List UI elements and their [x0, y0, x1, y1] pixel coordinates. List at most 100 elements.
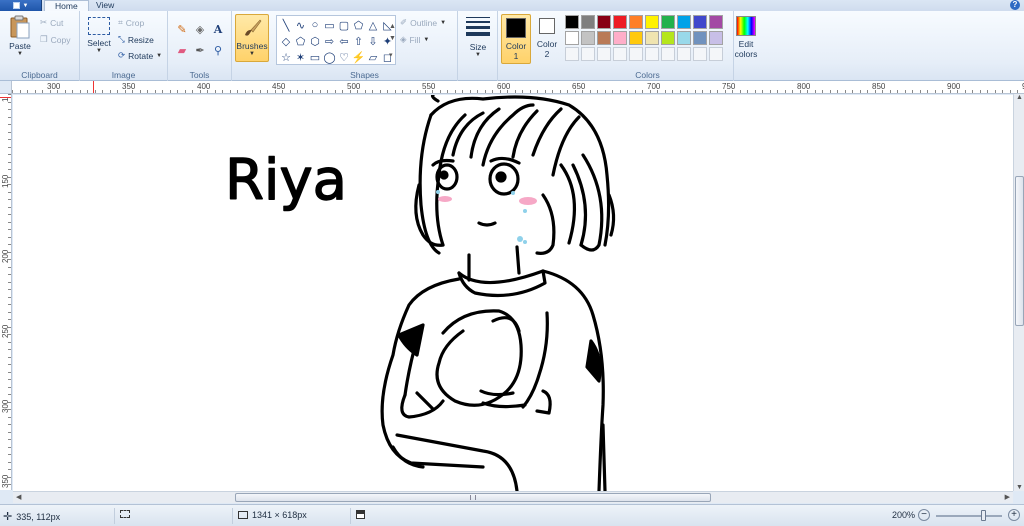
select-button[interactable]: Select ▼: [84, 17, 114, 54]
shape-tool[interactable]: ▢: [337, 18, 351, 32]
pencil-icon[interactable]: ✎: [174, 21, 190, 37]
color-swatch[interactable]: [693, 15, 707, 29]
color-swatch[interactable]: [709, 15, 723, 29]
outline-button[interactable]: ✐ Outline ▼: [400, 17, 446, 28]
shape-tool[interactable]: ▭: [308, 50, 322, 64]
horizontal-scrollbar[interactable]: ◀ ▶: [13, 491, 1013, 503]
ruler-tick: [139, 90, 141, 93]
shape-tool[interactable]: ⇧: [352, 34, 366, 48]
text-icon[interactable]: A: [210, 21, 226, 37]
zoom-out-button[interactable]: −: [918, 509, 930, 521]
crop-button[interactable]: ⌗ Crop: [118, 17, 144, 28]
vertical-scroll-thumb[interactable]: [1015, 176, 1024, 326]
size-button[interactable]: Size ▼: [462, 17, 494, 58]
shape-tool[interactable]: ♡: [337, 50, 351, 64]
color-swatch[interactable]: [693, 31, 707, 45]
scroll-left-icon[interactable]: ◀: [16, 493, 21, 501]
shape-tool[interactable]: ▭: [323, 18, 337, 32]
color-picker-icon[interactable]: ✒: [192, 42, 208, 58]
shape-tool[interactable]: ○: [308, 18, 322, 32]
scroll-right-icon[interactable]: ▶: [1005, 493, 1010, 501]
color-swatch[interactable]: [613, 31, 627, 45]
shape-tool[interactable]: ◇: [279, 34, 293, 48]
shape-tool[interactable]: ⬠: [294, 34, 308, 48]
vertical-scrollbar[interactable]: ▲ ▼: [1013, 94, 1024, 491]
file-menu-button[interactable]: ▼: [0, 0, 42, 11]
color-swatch[interactable]: [581, 31, 595, 45]
shape-tool[interactable]: ⇩: [366, 34, 380, 48]
custom-color-slot[interactable]: [709, 47, 723, 61]
color2-button[interactable]: Color 2: [534, 17, 560, 59]
custom-color-slot[interactable]: [581, 47, 595, 61]
color-swatch[interactable]: [581, 15, 595, 29]
custom-color-slot[interactable]: [629, 47, 643, 61]
shape-tool[interactable]: ☆: [279, 50, 293, 64]
magnifier-icon[interactable]: ⚲: [210, 42, 226, 58]
shape-tool[interactable]: ⚡: [352, 50, 366, 64]
scroll-down-icon[interactable]: ▼: [1016, 484, 1023, 491]
shape-tool[interactable]: ⬠: [352, 18, 366, 32]
shape-tool[interactable]: ◯: [323, 50, 337, 64]
zoom-in-button[interactable]: +: [1008, 509, 1020, 521]
shape-tool[interactable]: ✶: [294, 50, 308, 64]
ruler-tick: [8, 116, 11, 118]
color-swatch[interactable]: [661, 15, 675, 29]
copy-button[interactable]: ❐ Copy: [40, 34, 70, 45]
color-swatch[interactable]: [629, 15, 643, 29]
color-swatch[interactable]: [629, 31, 643, 45]
custom-color-slot[interactable]: [565, 47, 579, 61]
shape-tool[interactable]: ∿: [294, 18, 308, 32]
shape-tool[interactable]: ▱: [366, 50, 380, 64]
rotate-button[interactable]: ⟳ Rotate ▼: [118, 50, 162, 61]
color-swatch[interactable]: [645, 15, 659, 29]
custom-color-slot[interactable]: [613, 47, 627, 61]
ruler-tick: [79, 90, 81, 93]
custom-color-slot[interactable]: [597, 47, 611, 61]
color-swatch[interactable]: [677, 15, 691, 29]
scroll-down-icon[interactable]: ▼: [389, 35, 396, 42]
custom-color-slot[interactable]: [693, 47, 707, 61]
fill-button[interactable]: ◈ Fill ▼: [400, 34, 429, 45]
zoom-slider[interactable]: [936, 510, 1002, 521]
color-swatch[interactable]: [565, 15, 579, 29]
ruler-tick: [372, 90, 373, 93]
color-swatch[interactable]: [677, 31, 691, 45]
edit-colors-button[interactable]: Edit colors: [730, 16, 762, 59]
eraser-icon[interactable]: ▰: [174, 42, 190, 58]
tab-view[interactable]: View: [86, 0, 124, 11]
shape-tool[interactable]: ⇨: [323, 34, 337, 48]
zoom-slider-thumb[interactable]: [980, 510, 986, 521]
drawing-canvas[interactable]: Riya: [13, 95, 1013, 491]
resize-button[interactable]: ⤡ Resize: [118, 34, 154, 45]
fill-icon[interactable]: ◈: [192, 21, 208, 37]
color-swatch[interactable]: [613, 15, 627, 29]
girl-blush: [436, 190, 537, 244]
color1-button[interactable]: Color 1: [501, 14, 531, 64]
color-swatch[interactable]: [645, 31, 659, 45]
tab-home[interactable]: Home: [44, 0, 89, 11]
paste-button[interactable]: Paste ▼: [4, 15, 36, 57]
custom-color-slot[interactable]: [677, 47, 691, 61]
grip-icon: [470, 495, 476, 500]
color-swatch[interactable]: [597, 31, 611, 45]
shape-tool[interactable]: ╲: [279, 18, 293, 32]
help-icon[interactable]: ?: [1010, 0, 1020, 10]
color-swatch[interactable]: [709, 31, 723, 45]
color-swatch[interactable]: [597, 15, 611, 29]
color-swatch[interactable]: [565, 31, 579, 45]
ruler-tick: [12, 90, 13, 93]
cursor-position: ✛ 335, 112px: [3, 510, 60, 523]
color-swatch[interactable]: [661, 31, 675, 45]
horizontal-scroll-thumb[interactable]: [235, 493, 711, 502]
scroll-up-icon[interactable]: ▲: [1016, 94, 1023, 101]
scroll-up-icon[interactable]: ▲: [389, 23, 396, 30]
brushes-button[interactable]: Brushes ▼: [235, 14, 269, 62]
shape-tool[interactable]: △: [366, 18, 380, 32]
custom-color-slot[interactable]: [661, 47, 675, 61]
ruler-tick: [334, 90, 336, 93]
gallery-expand-icon[interactable]: ▾: [389, 51, 393, 59]
shape-tool[interactable]: ⬡: [308, 34, 322, 48]
custom-color-slot[interactable]: [645, 47, 659, 61]
cut-button[interactable]: ✂ Cut: [40, 17, 63, 28]
shape-tool[interactable]: ⇦: [337, 34, 351, 48]
